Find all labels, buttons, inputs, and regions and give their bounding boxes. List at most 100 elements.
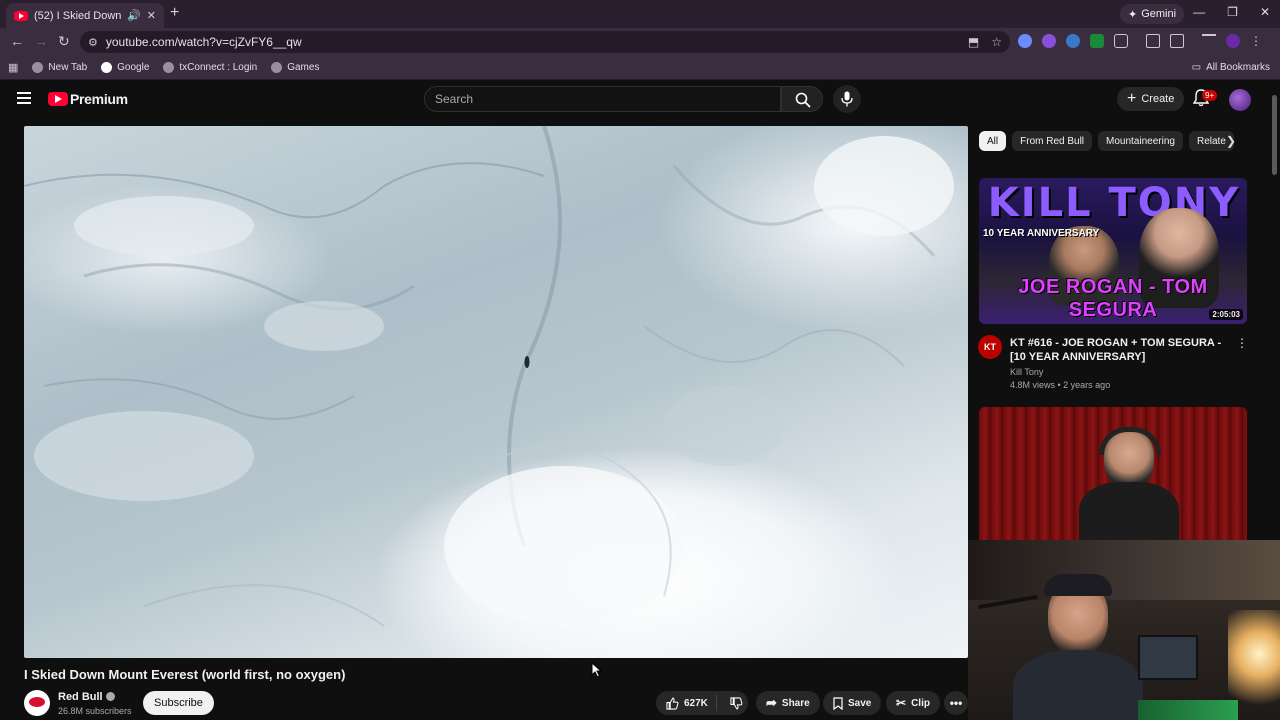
thumbnail-subtitle: 10 YEAR ANNIVERSARY <box>983 228 1100 239</box>
like-count: 627K <box>684 697 708 709</box>
bookmark-txconnect[interactable]: txConnect : Login <box>163 62 257 73</box>
sparkle-icon: ✦ <box>1128 8 1138 21</box>
share-button[interactable]: ➦ Share <box>756 691 820 715</box>
bookmarks-bar: ▦ New Tab Google txConnect : Login Games… <box>0 56 1280 80</box>
youtube-logo-icon[interactable] <box>48 92 68 106</box>
bookmark-google[interactable]: Google <box>101 62 149 73</box>
clip-label: Clip <box>911 697 930 709</box>
profile-avatar[interactable] <box>1226 34 1240 48</box>
back-arrow-icon[interactable]: ← <box>10 33 24 49</box>
thumbnail-person-body <box>1079 482 1179 542</box>
window-close-icon[interactable]: ✕ <box>1260 5 1270 19</box>
extension-icon[interactable] <box>1018 34 1032 48</box>
video-title: I Skied Down Mount Everest (world first,… <box>24 667 346 682</box>
chevron-right-icon[interactable]: ❯ <box>1226 134 1236 148</box>
webcam-monitor <box>1138 635 1198 680</box>
address-bar[interactable]: ⚙ youtube.com/watch?v=cjZvFY6__qw ⬒ ☆ <box>80 31 1010 53</box>
bookmark-star-icon[interactable]: ☆ <box>991 35 1002 49</box>
rec-thumbnail-2[interactable] <box>979 407 1247 542</box>
account-avatar[interactable] <box>1229 89 1251 111</box>
url-text: youtube.com/watch?v=cjZvFY6__qw <box>105 35 302 49</box>
chip-all[interactable]: All <box>979 131 1007 151</box>
speaker-icon[interactable]: 🔊 <box>127 9 141 22</box>
tab-title: (52) I Skied Down Mount Ev <box>34 9 122 22</box>
rec-title[interactable]: KT #616 - JOE ROGAN + TOM SEGURA - [10 Y… <box>1010 336 1226 364</box>
save-button[interactable]: Save <box>823 691 882 715</box>
scissors-icon: ✂ <box>896 696 907 710</box>
browser-menu-icon[interactable]: ⋮ <box>1250 34 1262 48</box>
kebab-menu-icon[interactable]: ⋮ <box>1236 336 1248 350</box>
extension-icon[interactable] <box>1090 34 1104 48</box>
more-actions-icon[interactable]: ••• <box>944 691 968 715</box>
bookmark-label: Games <box>287 62 320 73</box>
puzzle-extensions-icon[interactable] <box>1114 34 1128 48</box>
create-button[interactable]: + Create <box>1117 87 1185 111</box>
channel-avatar[interactable] <box>24 690 50 716</box>
subscriber-count: 26.8M subscribers <box>58 706 132 716</box>
thumbs-down-icon <box>730 696 743 710</box>
bookmark-label: txConnect : Login <box>179 62 258 73</box>
globe-icon <box>271 62 283 73</box>
bookmark-label: Google <box>117 62 150 73</box>
new-tab-plus-icon[interactable]: + <box>170 4 179 22</box>
all-bookmarks-label: All Bookmarks <box>1206 62 1270 73</box>
notification-count-badge: 9+ <box>1202 90 1218 101</box>
subscribe-button[interactable]: Subscribe <box>143 691 214 715</box>
gemini-button[interactable]: ✦ Gemini <box>1120 4 1185 24</box>
rec-channel-avatar[interactable]: KT <box>978 335 1002 359</box>
verified-check-icon <box>105 692 115 701</box>
webcam-desk-light <box>1138 700 1238 720</box>
browser-toolbar: ← → ↻ ⚙ youtube.com/watch?v=cjZvFY6__qw … <box>0 28 1280 56</box>
clip-button[interactable]: ✂ Clip <box>886 691 940 715</box>
reload-icon[interactable]: ↻ <box>58 33 70 50</box>
install-app-icon[interactable]: ⬒ <box>968 35 979 49</box>
folder-icon: ▭ <box>1191 62 1202 73</box>
extension-icon[interactable] <box>1042 34 1056 48</box>
apps-grid-icon[interactable]: ▦ <box>8 61 18 74</box>
webcam-background <box>968 540 1280 600</box>
restore-icon[interactable]: ❐ <box>1227 5 1238 19</box>
scrollbar-thumb[interactable] <box>1272 95 1277 175</box>
minimize-icon[interactable]: — <box>1193 5 1205 19</box>
thumbnail-names: JOE ROGAN - TOM SEGURA <box>1018 276 1208 321</box>
extension-icon[interactable] <box>1066 34 1080 48</box>
cast-icon[interactable] <box>1170 34 1184 48</box>
browser-tab-active[interactable]: (52) I Skied Down Mount Ev 🔊 ✕ <box>6 3 164 28</box>
close-tab-icon[interactable]: ✕ <box>147 9 156 22</box>
rec-meta: 4.8M views • 2 years ago <box>1010 380 1111 390</box>
bookmark-new-tab[interactable]: New Tab <box>32 62 87 73</box>
chip-from-red-bull[interactable]: From Red Bull <box>1012 131 1093 151</box>
reading-mode-icon[interactable] <box>1146 34 1160 48</box>
like-button[interactable]: 627K <box>656 695 717 711</box>
youtube-header: Premium Search + Create <box>0 80 1280 120</box>
all-bookmarks-button[interactable]: ▭ All Bookmarks <box>1192 62 1270 73</box>
rec-channel[interactable]: Kill Tony <box>1010 367 1043 377</box>
search-placeholder: Search <box>435 92 474 106</box>
bookmark-games[interactable]: Games <box>271 62 319 73</box>
gemini-label: Gemini <box>1141 8 1177 20</box>
youtube-premium-label[interactable]: Premium <box>70 91 128 107</box>
mouse-cursor-icon <box>591 662 603 678</box>
chip-mountaineering[interactable]: Mountaineering <box>1098 131 1183 151</box>
browser-tab-bar: (52) I Skied Down Mount Ev 🔊 ✕ + ✦ Gemin… <box>0 0 1280 28</box>
extensions-area: ⋮ <box>1018 34 1262 48</box>
media-controls-icon[interactable] <box>1202 34 1216 48</box>
hamburger-menu-icon[interactable] <box>17 92 31 104</box>
video-duration: 2:05:03 <box>1209 309 1243 320</box>
webcam-overlay <box>968 540 1280 720</box>
voice-search-button[interactable] <box>833 85 861 113</box>
webcam-cap <box>1044 574 1112 596</box>
forward-arrow-icon[interactable]: → <box>34 33 48 49</box>
search-input[interactable]: Search <box>424 86 781 112</box>
rec-thumbnail[interactable]: KILL TONY 10 YEAR ANNIVERSARY JOE ROGAN … <box>979 178 1247 324</box>
site-info-icon[interactable]: ⚙ <box>88 36 98 49</box>
channel-name[interactable]: Red Bull <box>58 691 115 703</box>
plus-icon: + <box>1127 90 1137 107</box>
window-controls: — ❐ ✕ <box>1193 5 1270 19</box>
video-player[interactable] <box>24 126 968 658</box>
search-button[interactable] <box>781 86 823 112</box>
webcam-person-body <box>1013 650 1143 720</box>
share-arrow-icon: ➦ <box>766 695 777 710</box>
bookmark-label: New Tab <box>48 62 88 73</box>
dislike-button[interactable] <box>722 696 751 710</box>
